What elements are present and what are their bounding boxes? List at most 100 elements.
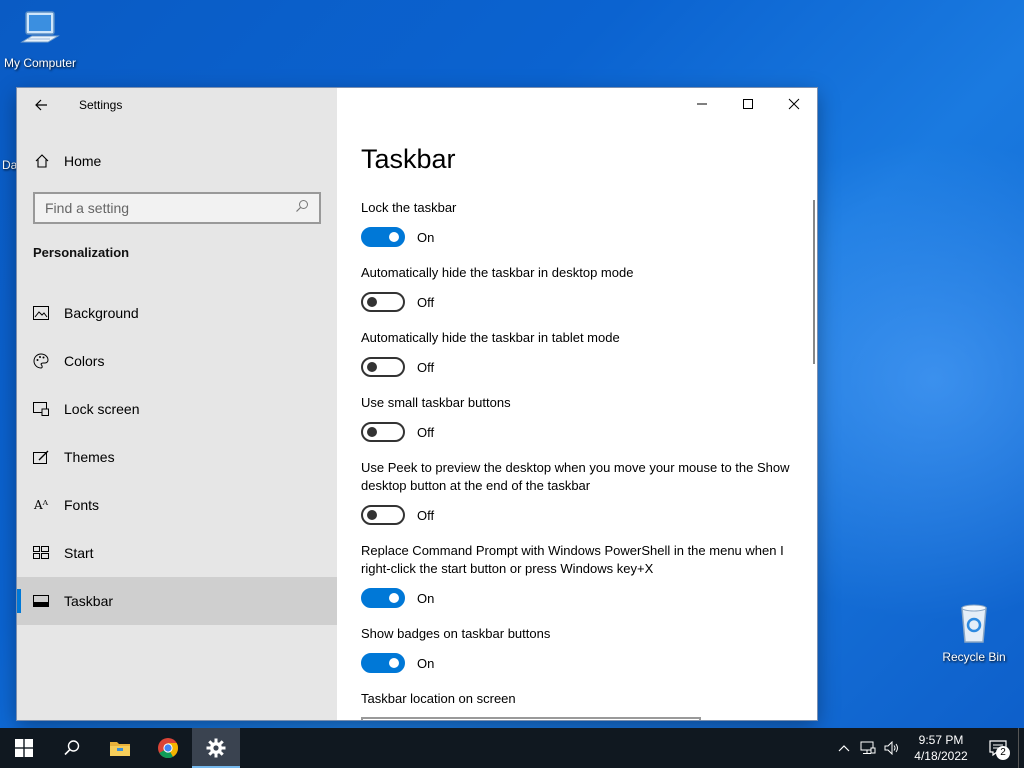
nav-item-taskbar[interactable]: Taskbar	[17, 577, 337, 625]
setting-label: Lock the taskbar	[361, 200, 457, 215]
nav-list: Background Colors Lock screen Themes Aᴬ …	[17, 289, 337, 625]
settings-list: Lock the taskbar On Automatically hide t…	[361, 199, 801, 720]
toggle-switch[interactable]	[361, 227, 405, 247]
maximize-button[interactable]	[725, 88, 771, 120]
app-title: Settings	[79, 98, 123, 112]
back-button[interactable]	[17, 88, 65, 122]
settings-sidebar: Settings Home Personalization Background	[17, 88, 337, 720]
close-icon	[788, 98, 800, 110]
search-box[interactable]	[33, 192, 321, 224]
toggle-switch[interactable]	[361, 422, 405, 442]
toggle-switch[interactable]	[361, 357, 405, 377]
desktop-icon-recycle-bin[interactable]: Recycle Bin	[934, 602, 1014, 664]
system-tray: 9:57 PM 4/18/2022 2	[832, 728, 1024, 768]
show-hidden-icons-button[interactable]	[832, 728, 856, 768]
start-icon	[33, 545, 49, 561]
taskbar-icon	[33, 593, 49, 609]
setting-badges: Show badges on taskbar buttons On	[361, 625, 801, 673]
start-button[interactable]	[0, 728, 48, 768]
home-icon	[34, 153, 50, 169]
nav-item-label: Colors	[64, 353, 105, 369]
toggle-state: Off	[417, 294, 435, 310]
setting-lock-taskbar: Lock the taskbar On	[361, 199, 801, 247]
setting-label: Automatically hide the taskbar in deskto…	[361, 265, 634, 280]
settings-taskbar-button[interactable]	[192, 728, 240, 768]
chrome-button[interactable]	[144, 728, 192, 768]
nav-item-fonts[interactable]: Aᴬ Fonts	[17, 481, 337, 529]
taskbar-location-dropdown[interactable]	[361, 717, 701, 720]
setting-autohide-tablet: Automatically hide the taskbar in tablet…	[361, 329, 801, 377]
nav-item-colors[interactable]: Colors	[17, 337, 337, 385]
settings-content: Taskbar Lock the taskbar On Automaticall…	[337, 88, 817, 720]
minimize-icon	[697, 103, 707, 105]
computer-icon	[18, 8, 62, 52]
lock-screen-icon	[33, 401, 49, 417]
recycle-bin-icon	[952, 602, 996, 646]
toggle-switch[interactable]	[361, 653, 405, 673]
setting-label: Replace Command Prompt with Windows Powe…	[361, 543, 784, 576]
network-button[interactable]	[856, 728, 880, 768]
nav-item-label: Background	[64, 305, 139, 321]
close-button[interactable]	[771, 88, 817, 120]
clock[interactable]: 9:57 PM 4/18/2022	[904, 732, 978, 764]
setting-label: Use Peek to preview the desktop when you…	[361, 460, 790, 493]
fonts-icon: Aᴬ	[33, 498, 49, 512]
scrollbar[interactable]	[813, 200, 815, 364]
toggle-state: On	[417, 590, 435, 606]
minimize-button[interactable]	[679, 88, 725, 120]
chrome-icon	[158, 738, 179, 759]
taskbar: 9:57 PM 4/18/2022 2	[0, 728, 1024, 768]
themes-icon	[33, 449, 49, 465]
chevron-up-icon	[838, 745, 850, 752]
toggle-switch[interactable]	[361, 505, 405, 525]
titlebar[interactable]: Settings	[17, 88, 337, 122]
setting-label: Use small taskbar buttons	[361, 395, 511, 410]
action-center-button[interactable]: 2	[978, 728, 1018, 768]
toggle-state: Off	[417, 359, 435, 375]
desktop-icon-label: My Computer	[3, 56, 77, 70]
settings-window: Settings Home Personalization Background	[17, 88, 817, 720]
notification-count-badge: 2	[996, 746, 1010, 760]
toggle-state: Off	[417, 424, 435, 440]
nav-item-themes[interactable]: Themes	[17, 433, 337, 481]
nav-item-label: Lock screen	[64, 401, 140, 417]
search-icon[interactable]	[295, 199, 309, 218]
desktop-partial-label: Da	[2, 158, 18, 172]
show-desktop-button[interactable]	[1018, 728, 1024, 768]
setting-peek: Use Peek to preview the desktop when you…	[361, 459, 801, 525]
nav-item-background[interactable]: Background	[17, 289, 337, 337]
image-icon	[33, 305, 49, 321]
section-title: Personalization	[33, 245, 130, 260]
nav-item-label: Taskbar	[64, 593, 114, 609]
setting-small-buttons: Use small taskbar buttons Off	[361, 394, 801, 442]
desktop-icon-label: Recycle Bin	[942, 650, 1006, 664]
network-icon	[860, 741, 876, 754]
search-input[interactable]	[45, 200, 295, 216]
windows-logo-icon	[15, 739, 33, 757]
setting-location: Taskbar location on screen	[361, 690, 801, 708]
speaker-icon	[884, 741, 898, 755]
setting-label: Automatically hide the taskbar in tablet…	[361, 330, 620, 345]
desktop-icon-my-computer[interactable]: My Computer	[0, 8, 80, 70]
nav-item-lock-screen[interactable]: Lock screen	[17, 385, 337, 433]
setting-powershell: Replace Command Prompt with Windows Powe…	[361, 542, 801, 608]
file-explorer-button[interactable]	[96, 728, 144, 768]
search-button[interactable]	[48, 728, 96, 768]
nav-home[interactable]: Home	[17, 143, 337, 179]
toggle-switch[interactable]	[361, 292, 405, 312]
setting-label: Taskbar location on screen	[361, 691, 516, 706]
toggle-switch[interactable]	[361, 588, 405, 608]
toggle-state: Off	[417, 507, 435, 523]
volume-button[interactable]	[880, 728, 904, 768]
nav-item-label: Start	[64, 545, 94, 561]
nav-item-start[interactable]: Start	[17, 529, 337, 577]
home-label: Home	[64, 153, 102, 169]
search-icon	[64, 740, 80, 756]
window-controls	[679, 88, 817, 120]
back-arrow-icon	[35, 99, 47, 111]
toggle-state: On	[417, 655, 435, 671]
page-title: Taskbar	[361, 144, 456, 174]
clock-date: 4/18/2022	[914, 749, 968, 763]
toggle-state: On	[417, 229, 435, 245]
maximize-icon	[743, 99, 753, 109]
